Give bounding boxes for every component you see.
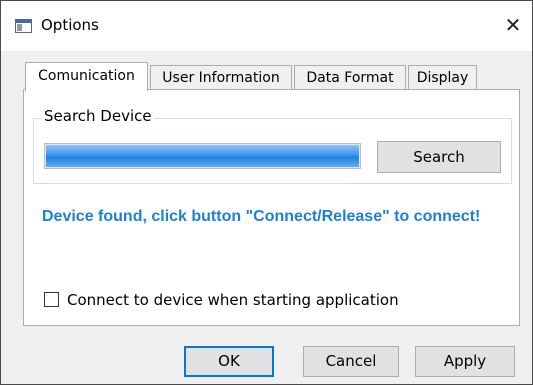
tab-data-format[interactable]: Data Format	[294, 65, 406, 89]
title-bar: Options ✕	[1, 1, 532, 51]
window-title: Options	[41, 16, 99, 34]
search-progress-bar	[44, 143, 361, 169]
ok-button[interactable]: OK	[184, 346, 274, 377]
search-device-label: Search Device	[42, 107, 154, 125]
app-window-icon	[15, 19, 32, 33]
close-icon: ✕	[504, 13, 522, 37]
autoconnect-checkbox[interactable]	[44, 292, 59, 307]
tab-user-information[interactable]: User Information	[150, 65, 292, 89]
close-button[interactable]: ✕	[496, 9, 530, 41]
progress-fill	[46, 145, 359, 167]
tab-display[interactable]: Display	[408, 65, 477, 89]
status-message: Device found, click button "Connect/Rele…	[42, 208, 481, 225]
cancel-button[interactable]: Cancel	[303, 346, 399, 377]
search-device-group: Search Device Search	[33, 107, 512, 184]
autoconnect-label[interactable]: Connect to device when starting applicat…	[67, 291, 399, 309]
options-dialog: Options ✕ Comunication User Information …	[0, 0, 533, 385]
search-button[interactable]: Search	[377, 141, 501, 173]
tab-comunication[interactable]: Comunication	[25, 62, 148, 91]
tab-panel-comunication: Search Device Search Device found, click…	[23, 89, 520, 326]
apply-button[interactable]: Apply	[415, 346, 515, 377]
